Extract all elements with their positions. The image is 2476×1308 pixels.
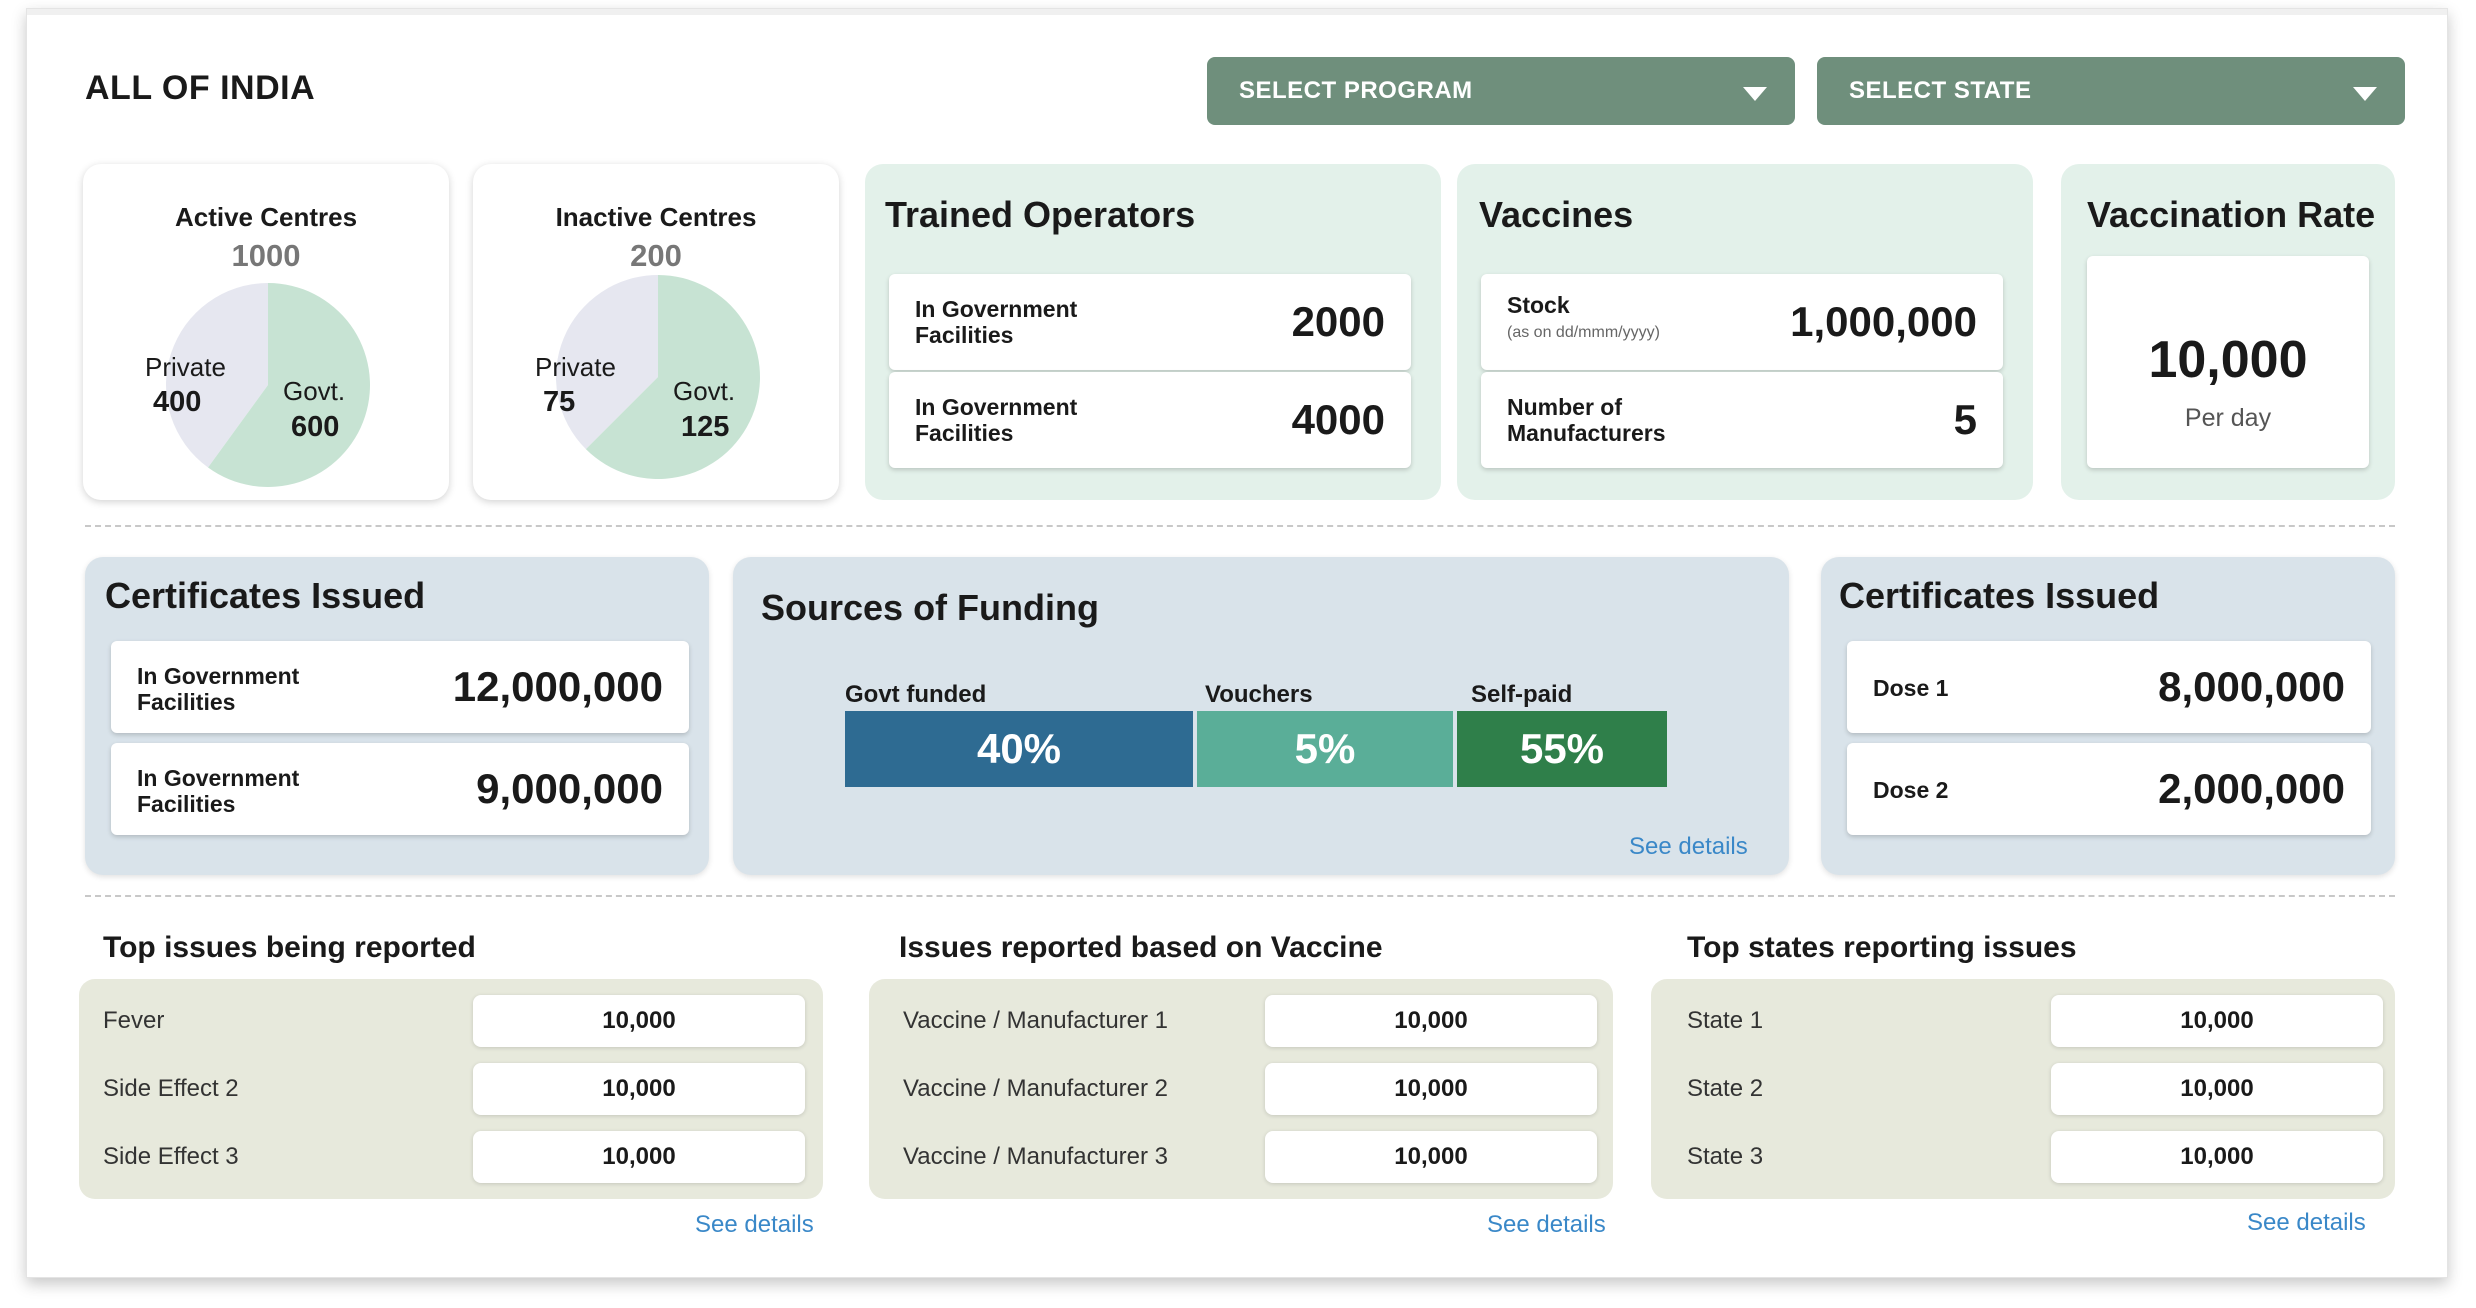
private-label: Private	[145, 352, 226, 382]
state-label: State 2	[1687, 1075, 1764, 1102]
stock-value: 1,000,000	[1790, 298, 1977, 345]
certificates-row: In Government Facilities 12,000,000	[111, 641, 689, 733]
state-label: State 3	[1687, 1143, 1764, 1170]
certificates-facilities-title: Certificates Issued	[105, 575, 426, 616]
funding-see-details-link[interactable]: See details	[1629, 833, 1748, 861]
vaccine-label: Vaccine / Manufacturer 3	[903, 1143, 1169, 1170]
certificates-facilities-card: Certificates Issued In Government Facili…	[85, 557, 709, 875]
funding-bar-selfpaid: 55%	[1457, 711, 1667, 787]
top-divider	[27, 9, 2447, 15]
funding-bar-vouchers: 5%	[1197, 711, 1453, 787]
private-value: 400	[153, 386, 202, 418]
issue-label: Side Effect 2	[103, 1075, 239, 1102]
issue-label: Fever	[103, 1007, 165, 1034]
row-label: In Government Facilities	[915, 394, 1078, 446]
funding-label-vouchers: Vouchers	[1205, 681, 1313, 708]
stock-label: Stock	[1507, 292, 1570, 318]
vaccine-issues-table: Vaccine / Manufacturer 1 10,000 Vaccine …	[869, 979, 1613, 1199]
vaccine-label: Vaccine / Manufacturer 2	[903, 1075, 1169, 1102]
stock-row: Stock (as on dd/mmm/yyyy) 1,000,000	[1481, 274, 2003, 370]
chevron-down-icon	[1743, 87, 1767, 101]
funding-label-govt: Govt funded	[845, 681, 987, 708]
govt-label: Govt.	[673, 376, 736, 406]
inactive-centres-total: 200	[630, 238, 682, 273]
vaccines-title: Vaccines	[1479, 194, 1634, 235]
issue-value: 10,000	[473, 1063, 805, 1115]
vaccine-label: Vaccine / Manufacturer 1	[903, 1007, 1169, 1034]
issue-value: 10,000	[473, 1131, 805, 1183]
active-centres-title: Active Centres	[174, 202, 358, 232]
inactive-centres-title: Inactive Centres	[555, 202, 757, 232]
vaccine-value: 10,000	[1265, 995, 1597, 1047]
row-label: Dose 1	[1873, 675, 1949, 701]
issue-label: Side Effect 3	[103, 1143, 239, 1170]
certificates-dose-card: Certificates Issued Dose 1 8,000,000 Dos…	[1821, 557, 2395, 875]
vaccination-rate-card: Vaccination Rate 10,000 Per day	[2061, 164, 2395, 500]
operators-row: In Government Facilities 2000	[889, 274, 1411, 370]
govt-value: 600	[291, 411, 340, 443]
top-issues-title: Top issues being reported	[103, 931, 476, 964]
vaccine-issues-title: Issues reported based on Vaccine	[899, 931, 1383, 964]
dashboard-frame: ALL OF INDIA SELECT PROGRAM SELECT STATE…	[26, 8, 2448, 1278]
manufacturers-value: 5	[1953, 396, 1977, 443]
trained-operators-card: Trained Operators In Government Faciliti…	[865, 164, 1441, 500]
funding-bar-govt: 40%	[845, 711, 1193, 787]
state-issues-table: State 1 10,000 State 2 10,000 State 3 10…	[1651, 979, 2395, 1199]
vaccine-issues-see-details-link[interactable]: See details	[1487, 1211, 1606, 1239]
vaccination-rate-box: 10,000 Per day	[2087, 256, 2369, 468]
row-value: 8,000,000	[2158, 663, 2345, 710]
top-issues-table: Fever 10,000 Side Effect 2 10,000 Side E…	[79, 979, 823, 1199]
dose-row: Dose 2 2,000,000	[1847, 743, 2371, 835]
private-value: 75	[543, 386, 576, 418]
state-label: State 1	[1687, 1007, 1764, 1034]
row-value: 9,000,000	[476, 765, 663, 812]
issue-value: 10,000	[473, 995, 805, 1047]
trained-operators-title: Trained Operators	[885, 194, 1196, 235]
state-issues-see-details-link[interactable]: See details	[2247, 1209, 2366, 1237]
active-centres-total: 1000	[231, 238, 301, 273]
page-title: ALL OF INDIA	[85, 69, 316, 107]
section-divider	[85, 895, 2395, 897]
vaccination-rate-unit: Per day	[2184, 404, 2272, 432]
funding-label-selfpaid: Self-paid	[1471, 681, 1573, 708]
row-value: 2000	[1291, 298, 1385, 345]
dose-row: Dose 1 8,000,000	[1847, 641, 2371, 733]
vaccine-value: 10,000	[1265, 1063, 1597, 1115]
row-value: 12,000,000	[452, 663, 663, 710]
manufacturers-row: Number of Manufacturers 5	[1481, 372, 2003, 468]
private-label: Private	[535, 352, 616, 382]
top-issues-see-details-link[interactable]: See details	[695, 1211, 814, 1239]
vaccine-value: 10,000	[1265, 1131, 1597, 1183]
state-value: 10,000	[2051, 1063, 2383, 1115]
section-divider	[85, 525, 2395, 527]
select-state-dropdown[interactable]: SELECT STATE	[1817, 57, 2405, 125]
select-program-dropdown[interactable]: SELECT PROGRAM	[1207, 57, 1795, 125]
certificates-row: In Government Facilities 9,000,000	[111, 743, 689, 835]
select-program-label: SELECT PROGRAM	[1239, 77, 1473, 104]
active-centres-card: Active Centres 1000 Private 400 Govt. 60…	[83, 164, 449, 500]
row-label: In Government Facilities	[137, 765, 300, 817]
state-issues-title: Top states reporting issues	[1687, 931, 2077, 964]
manufacturers-label: Number of Manufacturers	[1507, 394, 1666, 446]
chevron-down-icon	[2353, 87, 2377, 101]
govt-value: 125	[681, 411, 730, 443]
vaccination-rate-title: Vaccination Rate	[2087, 194, 2376, 235]
stock-date-note: (as on dd/mmm/yyyy)	[1507, 324, 1660, 341]
row-label: In Government Facilities	[137, 663, 300, 715]
operators-row: In Government Facilities 4000	[889, 372, 1411, 468]
inactive-centres-card: Inactive Centres 200 Private 75 Govt. 12…	[473, 164, 839, 500]
row-value: 2,000,000	[2158, 765, 2345, 812]
state-value: 10,000	[2051, 1131, 2383, 1183]
row-value: 4000	[1291, 396, 1385, 443]
vaccination-rate-value: 10,000	[2148, 331, 2308, 389]
vaccines-card: Vaccines Stock (as on dd/mmm/yyyy) 1,000…	[1457, 164, 2033, 500]
certificates-dose-title: Certificates Issued	[1839, 575, 2160, 616]
select-state-label: SELECT STATE	[1849, 77, 2032, 104]
state-value: 10,000	[2051, 995, 2383, 1047]
funding-title: Sources of Funding	[761, 587, 1099, 628]
govt-label: Govt.	[283, 376, 346, 406]
row-label: In Government Facilities	[915, 296, 1078, 348]
row-label: Dose 2	[1873, 777, 1949, 803]
